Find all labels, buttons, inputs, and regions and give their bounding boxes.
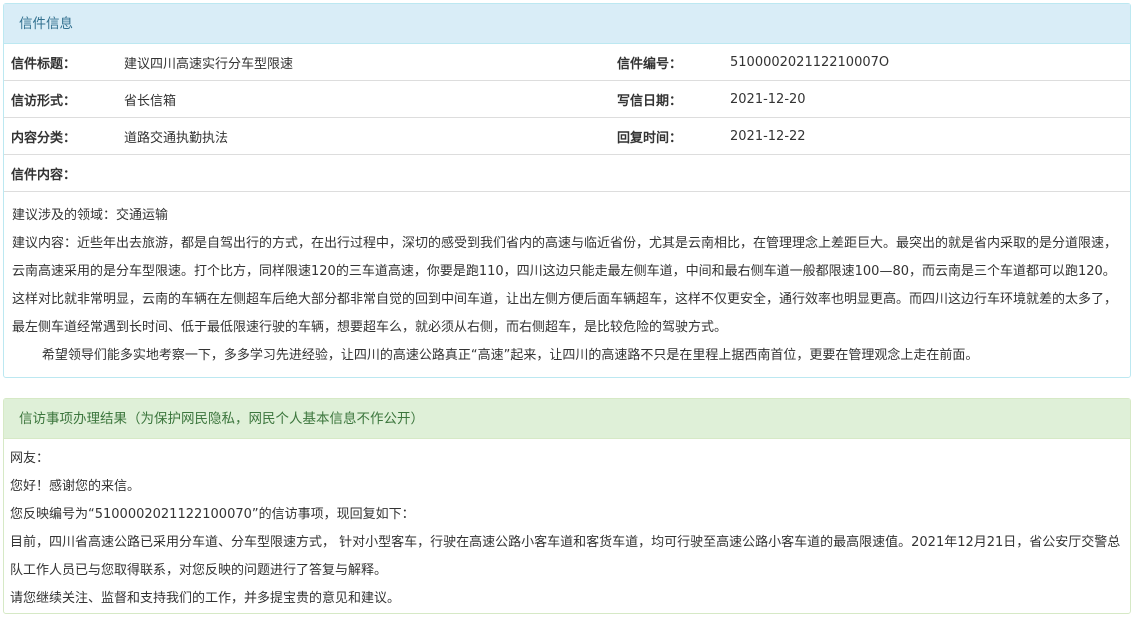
content-label: 信件内容：: [4, 154, 124, 192]
letter-info-panel: 信件信息 信件标题： 建议四川高速实行分车型限速 信件编号： 510000202…: [3, 3, 1131, 378]
reply-time-value: 2021-12-22: [730, 117, 1130, 155]
reply-thanks: 您好！感谢您的来信。: [10, 479, 141, 494]
form-label: 信访形式：: [4, 80, 124, 118]
number-value: 510000202112210007O: [730, 44, 1130, 81]
reply-panel: 信访事项办理结果（为保护网民隐私，网民个人基本信息不作公开） 网友： 您好！感谢…: [3, 398, 1131, 614]
reply-heading: 信访事项办理结果（为保护网民隐私，网民个人基本信息不作公开）: [4, 399, 1130, 439]
letter-content: 建议涉及的领域：交通运输 建议内容：近些年出去旅游，都是自驾出行的方式，在出行过…: [4, 192, 1130, 370]
reply-intro: 您反映编号为“5100002021122100070”的信访事项，现回复如下：: [10, 507, 415, 522]
category-value: 道路交通执勤执法: [124, 117, 610, 155]
reply-greeting: 网友：: [10, 451, 50, 466]
category-label: 内容分类：: [4, 117, 124, 155]
reply-content: 网友： 您好！感谢您的来信。 您反映编号为“510000202112210007…: [4, 439, 1130, 613]
letter-info-heading: 信件信息: [4, 4, 1130, 44]
reply-time-label: 回复时间：: [610, 117, 730, 155]
table-row: 信件内容：: [4, 154, 1130, 192]
letter-domain-line: 建议涉及的领域：交通运输: [12, 208, 169, 223]
date-value: 2021-12-20: [730, 80, 1130, 118]
reply-closing: 请您继续关注、监督和支持我们的工作，并多提宝贵的意见和建议。: [10, 591, 401, 606]
letter-suggestion-paragraph: 建议内容：近些年出去旅游，都是自驾出行的方式，在出行过程中，深切的感受到我们省内…: [12, 236, 1118, 335]
date-label: 写信日期：: [610, 80, 730, 118]
title-label: 信件标题：: [4, 44, 124, 81]
letter-closing-paragraph: 希望领导们能多实地考察一下，多多学习先进经验，让四川的高速公路真正“高速”起来，…: [41, 348, 979, 363]
number-label: 信件编号：: [610, 44, 730, 81]
form-value: 省长信箱: [124, 80, 610, 118]
table-row: 信件标题： 建议四川高速实行分车型限速 信件编号： 51000020211221…: [4, 44, 1130, 81]
title-value: 建议四川高速实行分车型限速: [124, 44, 610, 81]
table-row: 信访形式： 省长信箱 写信日期： 2021-12-20: [4, 80, 1130, 118]
reply-answer: 目前，四川省高速公路已采用分车道、分车型限速方式， 针对小型客车，行驶在高速公路…: [10, 535, 1121, 578]
letter-meta-table: 信件标题： 建议四川高速实行分车型限速 信件编号： 51000020211221…: [4, 44, 1130, 192]
table-row: 内容分类： 道路交通执勤执法 回复时间： 2021-12-22: [4, 117, 1130, 155]
